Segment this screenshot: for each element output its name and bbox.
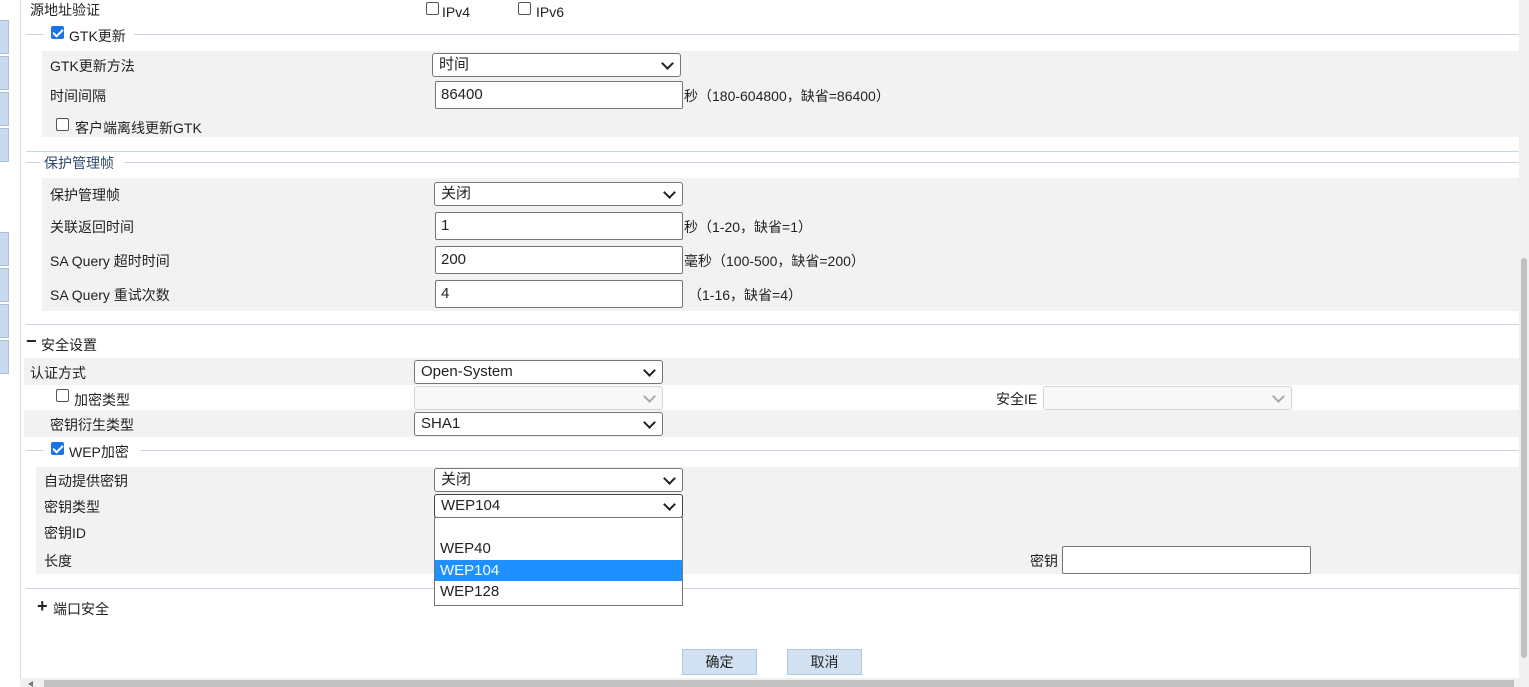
offline-gtk-checkbox[interactable] (56, 118, 69, 131)
pmf-select[interactable]: 关闭 (434, 182, 683, 206)
gtk-method-value: 时间 (439, 56, 470, 73)
port-security-label: 端口安全 (53, 601, 109, 617)
key-derive-label: 密钥衍生类型 (50, 417, 134, 433)
key-type-value: WEP104 (441, 497, 501, 514)
pmf-section-label: 保护管理帧 (44, 155, 114, 171)
vertical-scrollbar-thumb[interactable] (1521, 258, 1527, 658)
sidebar-tab[interactable] (0, 20, 9, 54)
sa-timeout-input[interactable]: 200 (435, 246, 683, 274)
gtk-method-select[interactable]: 时间 (432, 53, 681, 77)
wep-bottom-divider (26, 588, 1519, 589)
pmf-top-divider (26, 151, 1519, 152)
collapse-icon[interactable]: − (26, 332, 37, 350)
sidebar-tab[interactable] (0, 232, 9, 266)
chevron-down-icon (643, 364, 656, 377)
assoc-comeback-input[interactable]: 1 (435, 212, 683, 240)
security-ie-select[interactable] (1043, 386, 1292, 410)
key-type-select[interactable]: WEP104 (434, 494, 683, 518)
sa-retry-hint: （1-16，缺省=4） (688, 287, 802, 303)
auth-select[interactable]: Open-System (414, 360, 663, 384)
security-ie-label: 安全IE (996, 391, 1038, 407)
ipv4-checkbox[interactable] (426, 2, 439, 15)
wep-checkbox[interactable] (51, 442, 64, 455)
wep-section-divider (26, 450, 1519, 451)
sidebar-tab[interactable] (0, 268, 9, 302)
sidebar-tab[interactable] (0, 92, 9, 126)
ok-button[interactable]: 确定 (682, 649, 757, 675)
sidebar-tab[interactable] (0, 128, 9, 162)
wep-section-label: WEP加密 (69, 444, 129, 460)
gtk-section-label: GTK更新 (69, 28, 126, 44)
src-addr-label: 源地址验证 (30, 2, 100, 18)
offline-gtk-label: 客户端离线更新GTK (75, 120, 202, 136)
key-derive-row-bg (24, 410, 1519, 437)
auto-key-value: 关闭 (441, 471, 472, 488)
ipv6-checkbox[interactable] (518, 2, 531, 15)
gtk-section-divider (26, 34, 1519, 35)
key-type-label: 密钥类型 (44, 499, 100, 515)
auto-key-label: 自动提供密钥 (44, 473, 128, 489)
chevron-down-icon (663, 472, 676, 485)
gtk-interval-hint: 秒（180-604800，缺省=86400） (684, 88, 890, 104)
dropdown-option[interactable]: WEP128 (435, 581, 682, 602)
scroll-left-arrow-icon[interactable] (28, 681, 33, 687)
auth-row-bg (24, 358, 1519, 385)
length-label: 长度 (44, 553, 72, 569)
gtk-update-checkbox[interactable] (51, 26, 64, 39)
sidebar-tab[interactable] (0, 56, 9, 90)
chevron-down-icon (661, 57, 674, 70)
sidebar-tab[interactable] (0, 340, 9, 374)
encrypt-type-checkbox[interactable] (56, 389, 69, 402)
chevron-down-icon (663, 186, 676, 199)
pmf-label: 保护管理帧 (50, 187, 120, 203)
chevron-down-icon (643, 390, 656, 403)
key-derive-select[interactable]: SHA1 (414, 412, 663, 436)
dropdown-option-selected[interactable]: WEP104 (435, 560, 682, 581)
pmf-section-divider (26, 162, 1519, 163)
security-section-label: 安全设置 (41, 337, 97, 353)
chevron-down-icon (663, 498, 676, 511)
expand-icon[interactable]: + (37, 597, 48, 615)
chevron-down-icon (643, 416, 656, 429)
key-id-label: 密钥ID (44, 525, 86, 541)
ipv6-label: IPv6 (536, 4, 565, 20)
sa-retry-input[interactable]: 4 (435, 280, 683, 308)
sa-timeout-hint: 毫秒（100-500，缺省=200） (684, 253, 865, 269)
assoc-comeback-label: 关联返回时间 (50, 219, 134, 235)
sidebar-tab[interactable] (0, 304, 9, 338)
key-derive-value: SHA1 (421, 415, 461, 432)
key-label: 密钥 (1030, 553, 1058, 569)
sa-retry-label: SA Query 重试次数 (50, 287, 170, 303)
auto-key-select[interactable]: 关闭 (434, 468, 683, 492)
auth-value: Open-System (421, 363, 513, 380)
gtk-interval-label: 时间间隔 (50, 88, 106, 104)
pmf-bottom-divider (26, 324, 1519, 325)
encrypt-type-select[interactable] (414, 386, 663, 410)
gtk-method-label: GTK更新方法 (50, 58, 135, 74)
ipv4-label: IPv4 (442, 4, 471, 20)
key-input[interactable] (1062, 546, 1311, 574)
gtk-interval-input[interactable]: 86400 (435, 81, 683, 109)
sa-timeout-label: SA Query 超时时间 (50, 253, 170, 269)
assoc-comeback-hint: 秒（1-20，缺省=1） (684, 219, 812, 235)
key-type-dropdown-list[interactable]: WEP40 WEP104 WEP128 (434, 517, 683, 606)
encrypt-type-label: 加密类型 (74, 392, 130, 408)
pmf-value: 关闭 (441, 185, 472, 202)
cancel-button[interactable]: 取消 (787, 649, 862, 675)
dropdown-option[interactable]: WEP40 (435, 538, 682, 559)
horizontal-scrollbar-thumb[interactable] (44, 680, 1514, 687)
auth-label: 认证方式 (30, 365, 86, 381)
chevron-down-icon (1272, 390, 1285, 403)
